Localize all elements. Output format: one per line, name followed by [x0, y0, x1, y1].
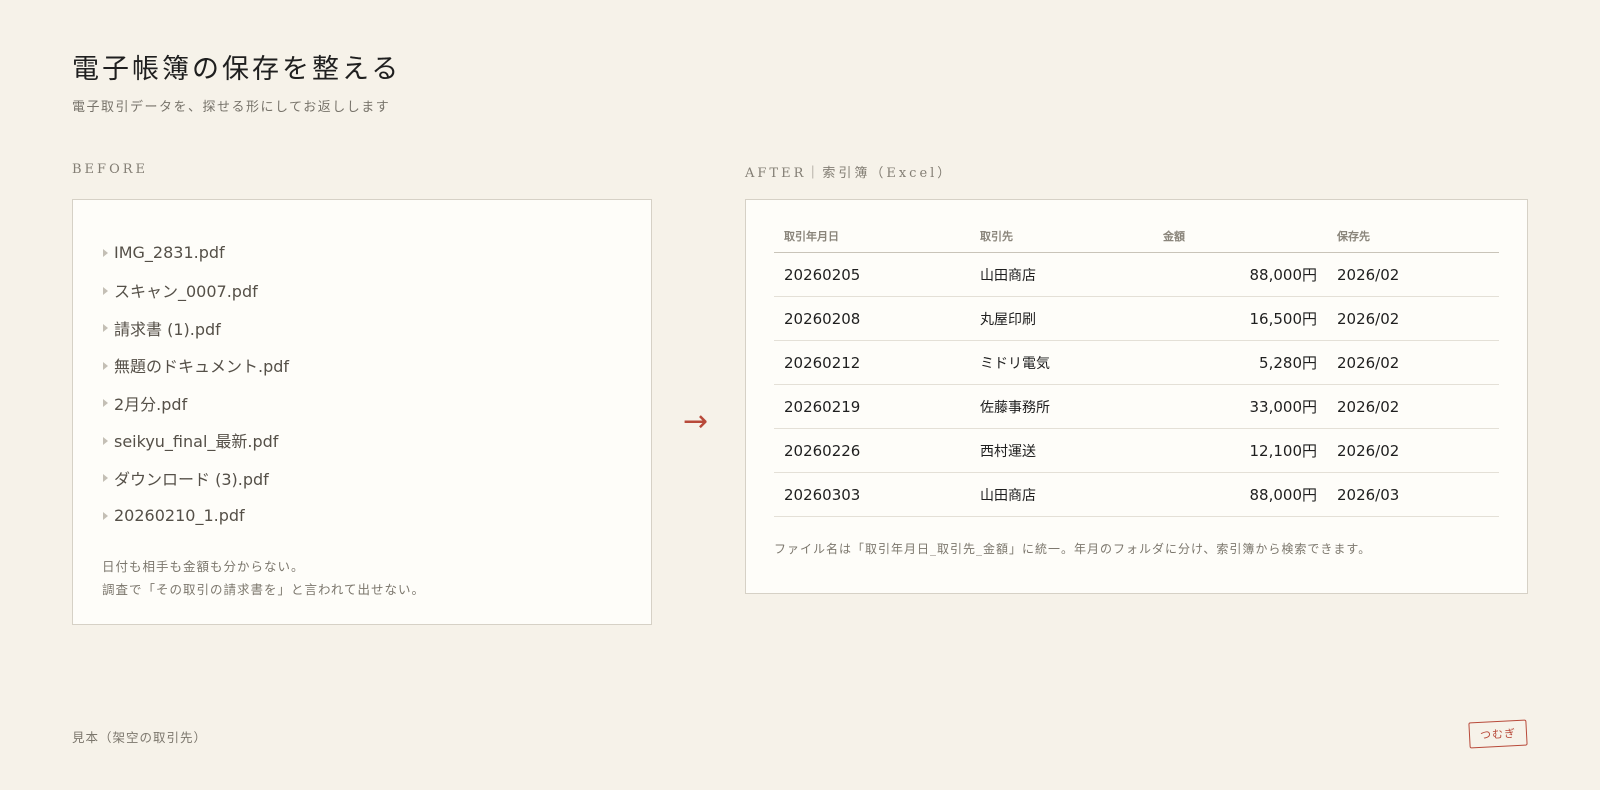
file-name: 2月分.pdf [114, 394, 188, 414]
table-row[interactable]: 20260219 佐藤事務所 33,000円 2026/02 [774, 384, 1499, 429]
cell-folder: 2026/02 [1327, 384, 1499, 429]
column-header-amount: 金額 [1153, 220, 1327, 253]
right-arrow-icon: → [683, 404, 709, 439]
before-note-line: 調査で「その取引の請求書を」と言われて出せない。 [102, 582, 426, 597]
cell-folder: 2026/02 [1327, 252, 1499, 297]
file-item[interactable]: 無題のドキュメント.pdf [103, 347, 289, 385]
cell-partner: 西村運送 [970, 428, 1153, 473]
caret-right-icon [103, 286, 108, 295]
index-table: 取引年月日 取引先 金額 保存先 20260205 山田商店 88,000円 2… [774, 220, 1499, 517]
table-header-row: 取引年月日 取引先 金額 保存先 [774, 220, 1499, 253]
file-name: 20260210_1.pdf [114, 505, 245, 525]
table-row[interactable]: 20260226 西村運送 12,100円 2026/02 [774, 428, 1499, 473]
footer-note: 見本（架空の取引先） [72, 730, 208, 745]
cell-amount: 88,000円 [1153, 472, 1327, 517]
after-label: AFTER｜索引簿（Excel） [745, 166, 954, 181]
cell-amount: 88,000円 [1153, 252, 1327, 297]
file-item[interactable]: ダウンロード (3).pdf [103, 459, 289, 497]
cell-folder: 2026/03 [1327, 472, 1499, 517]
cell-amount: 33,000円 [1153, 384, 1327, 429]
cell-amount: 12,100円 [1153, 428, 1327, 473]
after-note: ファイル名は「取引年月日_取引先_金額」に統一。年月のフォルダに分け、索引簿から… [774, 542, 1372, 556]
cell-amount: 16,500円 [1153, 296, 1327, 341]
cell-date: 20260208 [774, 296, 970, 341]
file-name: スキャン_0007.pdf [114, 282, 258, 302]
before-label: BEFORE [72, 162, 148, 177]
caret-right-icon [103, 474, 108, 483]
file-item[interactable]: seikyu_final_最新.pdf [103, 422, 289, 460]
file-item[interactable]: 20260210_1.pdf [103, 497, 289, 535]
file-name: 無題のドキュメント.pdf [114, 357, 290, 377]
cell-partner: 山田商店 [970, 472, 1153, 517]
cell-date: 20260205 [774, 252, 970, 297]
cell-folder: 2026/02 [1327, 340, 1499, 385]
file-name: ダウンロード (3).pdf [114, 469, 269, 489]
caret-right-icon [103, 436, 108, 445]
file-item[interactable]: IMG_2831.pdf [103, 234, 289, 272]
cell-date: 20260226 [774, 428, 970, 473]
before-panel: IMG_2831.pdf スキャン_0007.pdf 請求書 (1).pdf 無… [72, 199, 652, 625]
cell-partner: 佐藤事務所 [970, 384, 1153, 429]
caret-right-icon [103, 361, 108, 370]
table-row[interactable]: 20260303 山田商店 88,000円 2026/03 [774, 472, 1499, 517]
file-item[interactable]: 2月分.pdf [103, 384, 289, 422]
cell-partner: 山田商店 [970, 252, 1153, 297]
column-header-partner: 取引先 [970, 220, 1153, 253]
table-row[interactable]: 20260205 山田商店 88,000円 2026/02 [774, 252, 1499, 297]
table-row[interactable]: 20260208 丸屋印刷 16,500円 2026/02 [774, 296, 1499, 341]
page-header: 電子帳簿の保存を整える 電子取引データを、探せる形にしてお返しします [72, 52, 401, 115]
file-list: IMG_2831.pdf スキャン_0007.pdf 請求書 (1).pdf 無… [103, 234, 289, 534]
caret-right-icon [103, 249, 108, 258]
after-panel: 取引年月日 取引先 金額 保存先 20260205 山田商店 88,000円 2… [745, 199, 1528, 594]
table-row[interactable]: 20260212 ミドリ電気 5,280円 2026/02 [774, 340, 1499, 385]
cell-amount: 5,280円 [1153, 340, 1327, 385]
caret-right-icon [103, 399, 108, 408]
cell-date: 20260212 [774, 340, 970, 385]
caret-right-icon [103, 511, 108, 520]
file-item[interactable]: スキャン_0007.pdf [103, 272, 289, 310]
column-header-folder: 保存先 [1327, 220, 1499, 253]
before-note: 日付も相手も金額も分からない。 調査で「その取引の請求書を」と言われて出せない。 [102, 555, 425, 601]
cell-folder: 2026/02 [1327, 428, 1499, 473]
file-name: IMG_2831.pdf [114, 243, 225, 263]
caret-right-icon [103, 324, 108, 333]
file-name: seikyu_final_最新.pdf [114, 432, 279, 452]
page-title: 電子帳簿の保存を整える [72, 54, 402, 85]
page-subtitle: 電子取引データを、探せる形にしてお返しします [72, 100, 391, 115]
cell-folder: 2026/02 [1327, 296, 1499, 341]
cell-date: 20260303 [774, 472, 970, 517]
file-name: 請求書 (1).pdf [114, 319, 221, 339]
before-note-line: 日付も相手も金額も分からない。 [102, 559, 305, 574]
cell-date: 20260219 [774, 384, 970, 429]
cell-partner: ミドリ電気 [970, 340, 1153, 385]
file-item[interactable]: 請求書 (1).pdf [103, 309, 289, 347]
column-header-date: 取引年月日 [774, 220, 970, 253]
tsumugi-stamp: つむぎ [1468, 719, 1528, 749]
cell-partner: 丸屋印刷 [970, 296, 1153, 341]
